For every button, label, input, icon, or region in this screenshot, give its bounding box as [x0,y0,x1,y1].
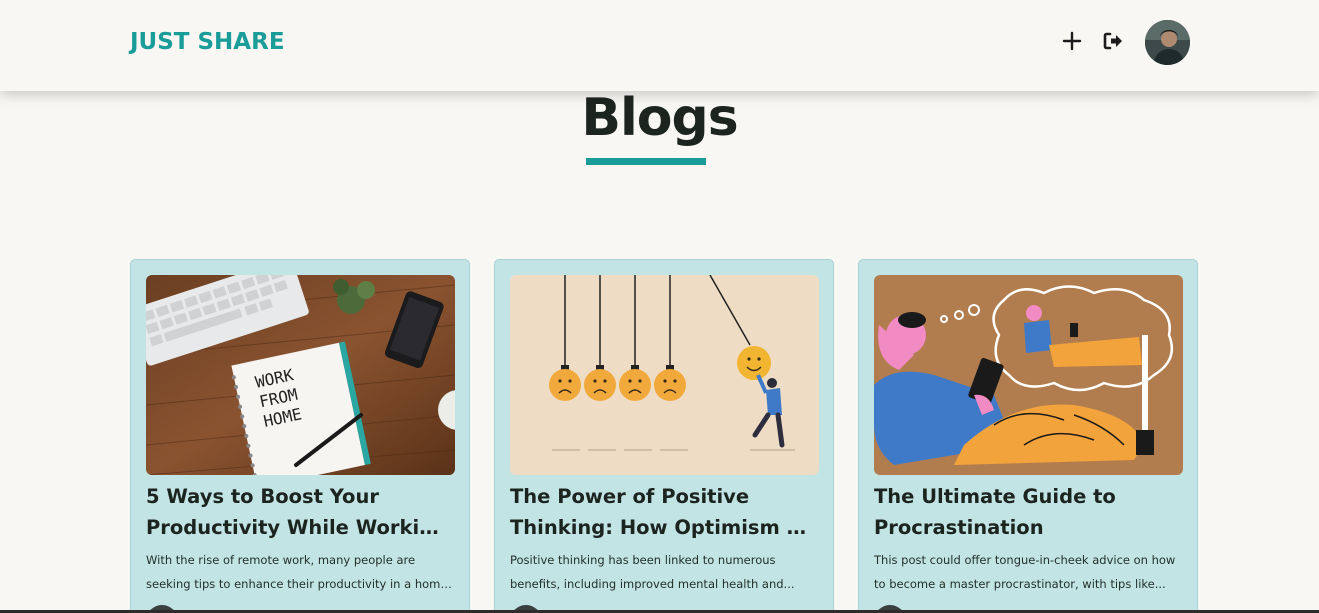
plus-icon[interactable] [1060,29,1084,53]
page-title: Blogs [581,88,738,148]
card-description: With the rise of remote work, many peopl… [146,553,454,591]
work-from-home-image: WORK FROM HOME [146,275,455,475]
card-title[interactable]: The Ultimate Guide to Procrastination [874,481,1179,543]
card-title[interactable]: 5 Ways to Boost Your Productivity While … [146,481,451,543]
blog-card[interactable]: The Ultimate Guide to Procrastination Th… [858,259,1198,613]
procrastination-illustration-image [874,275,1183,475]
card-description: This post could offer tongue-in-cheek ad… [874,553,1176,591]
card-description: Positive thinking has been linked to num… [510,553,795,591]
navbar: JUST SHARE [0,0,1319,91]
user-avatar[interactable] [1145,20,1190,65]
brand-logo[interactable]: JUST SHARE [130,29,285,55]
blog-card[interactable]: The Power of Positive Thinking: How Opti… [494,259,834,613]
card-title[interactable]: The Power of Positive Thinking: How Opti… [510,481,815,543]
logout-icon[interactable] [1101,29,1125,53]
blog-card[interactable]: WORK FROM HOME 5 Ways to Boost Your Prod… [130,259,470,613]
title-underline [586,158,706,165]
optimism-pendulum-image [510,275,819,475]
